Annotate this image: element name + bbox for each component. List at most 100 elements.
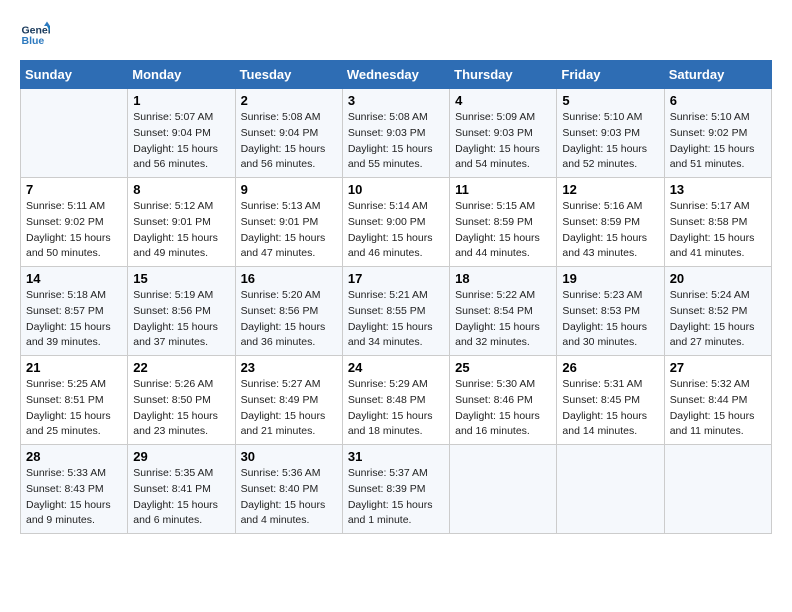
day-number: 18	[455, 271, 551, 286]
day-number: 6	[670, 93, 766, 108]
day-info: Sunrise: 5:11 AMSunset: 9:02 PMDaylight:…	[26, 199, 122, 262]
week-row-2: 7 Sunrise: 5:11 AMSunset: 9:02 PMDaylight…	[21, 178, 772, 267]
calendar-cell: 16 Sunrise: 5:20 AMSunset: 8:56 PMDayligh…	[235, 267, 342, 356]
day-number: 8	[133, 182, 229, 197]
day-info: Sunrise: 5:10 AMSunset: 9:02 PMDaylight:…	[670, 110, 766, 173]
day-info: Sunrise: 5:30 AMSunset: 8:46 PMDaylight:…	[455, 377, 551, 440]
header: General Blue	[20, 20, 772, 50]
calendar-cell: 6 Sunrise: 5:10 AMSunset: 9:02 PMDaylight…	[664, 89, 771, 178]
calendar-cell: 23 Sunrise: 5:27 AMSunset: 8:49 PMDayligh…	[235, 356, 342, 445]
day-number: 2	[241, 93, 337, 108]
day-number: 17	[348, 271, 444, 286]
day-info: Sunrise: 5:07 AMSunset: 9:04 PMDaylight:…	[133, 110, 229, 173]
weekday-header-tuesday: Tuesday	[235, 61, 342, 89]
day-info: Sunrise: 5:31 AMSunset: 8:45 PMDaylight:…	[562, 377, 658, 440]
calendar-cell: 3 Sunrise: 5:08 AMSunset: 9:03 PMDaylight…	[342, 89, 449, 178]
calendar-cell: 13 Sunrise: 5:17 AMSunset: 8:58 PMDayligh…	[664, 178, 771, 267]
calendar-table: SundayMondayTuesdayWednesdayThursdayFrid…	[20, 60, 772, 534]
day-number: 10	[348, 182, 444, 197]
day-info: Sunrise: 5:36 AMSunset: 8:40 PMDaylight:…	[241, 466, 337, 529]
calendar-cell	[450, 445, 557, 534]
day-number: 3	[348, 93, 444, 108]
day-info: Sunrise: 5:21 AMSunset: 8:55 PMDaylight:…	[348, 288, 444, 351]
day-number: 19	[562, 271, 658, 286]
calendar-cell: 1 Sunrise: 5:07 AMSunset: 9:04 PMDaylight…	[128, 89, 235, 178]
day-number: 4	[455, 93, 551, 108]
day-info: Sunrise: 5:24 AMSunset: 8:52 PMDaylight:…	[670, 288, 766, 351]
day-info: Sunrise: 5:13 AMSunset: 9:01 PMDaylight:…	[241, 199, 337, 262]
week-row-3: 14Sunrise: 5:18 AMSunset: 8:57 PMDayligh…	[21, 267, 772, 356]
calendar-cell: 7 Sunrise: 5:11 AMSunset: 9:02 PMDaylight…	[21, 178, 128, 267]
day-number: 9	[241, 182, 337, 197]
day-info: Sunrise: 5:15 AMSunset: 8:59 PMDaylight:…	[455, 199, 551, 262]
day-number: 16	[241, 271, 337, 286]
day-number: 5	[562, 93, 658, 108]
day-info: Sunrise: 5:08 AMSunset: 9:03 PMDaylight:…	[348, 110, 444, 173]
calendar-cell: 2 Sunrise: 5:08 AMSunset: 9:04 PMDaylight…	[235, 89, 342, 178]
calendar-cell: 10Sunrise: 5:14 AMSunset: 9:00 PMDayligh…	[342, 178, 449, 267]
day-number: 13	[670, 182, 766, 197]
day-number: 14	[26, 271, 122, 286]
calendar-cell: 26 Sunrise: 5:31 AMSunset: 8:45 PMDayligh…	[557, 356, 664, 445]
calendar-cell: 19Sunrise: 5:23 AMSunset: 8:53 PMDayligh…	[557, 267, 664, 356]
day-number: 29	[133, 449, 229, 464]
calendar-cell: 24Sunrise: 5:29 AMSunset: 8:48 PMDayligh…	[342, 356, 449, 445]
day-info: Sunrise: 5:16 AMSunset: 8:59 PMDaylight:…	[562, 199, 658, 262]
day-number: 25	[455, 360, 551, 375]
calendar-cell: 27 Sunrise: 5:32 AMSunset: 8:44 PMDayligh…	[664, 356, 771, 445]
day-info: Sunrise: 5:26 AMSunset: 8:50 PMDaylight:…	[133, 377, 229, 440]
calendar-cell: 30 Sunrise: 5:36 AMSunset: 8:40 PMDayligh…	[235, 445, 342, 534]
calendar-cell: 9 Sunrise: 5:13 AMSunset: 9:01 PMDaylight…	[235, 178, 342, 267]
calendar-cell: 29 Sunrise: 5:35 AMSunset: 8:41 PMDayligh…	[128, 445, 235, 534]
calendar-cell: 17 Sunrise: 5:21 AMSunset: 8:55 PMDayligh…	[342, 267, 449, 356]
day-number: 11	[455, 182, 551, 197]
calendar-cell: 21 Sunrise: 5:25 AMSunset: 8:51 PMDayligh…	[21, 356, 128, 445]
calendar-cell	[664, 445, 771, 534]
day-number: 20	[670, 271, 766, 286]
weekday-header-row: SundayMondayTuesdayWednesdayThursdayFrid…	[21, 61, 772, 89]
day-number: 30	[241, 449, 337, 464]
weekday-header-friday: Friday	[557, 61, 664, 89]
day-number: 12	[562, 182, 658, 197]
day-info: Sunrise: 5:32 AMSunset: 8:44 PMDaylight:…	[670, 377, 766, 440]
calendar-cell: 11 Sunrise: 5:15 AMSunset: 8:59 PMDayligh…	[450, 178, 557, 267]
svg-text:Blue: Blue	[22, 35, 45, 47]
day-info: Sunrise: 5:27 AMSunset: 8:49 PMDaylight:…	[241, 377, 337, 440]
weekday-header-sunday: Sunday	[21, 61, 128, 89]
day-number: 21	[26, 360, 122, 375]
day-number: 26	[562, 360, 658, 375]
calendar-cell: 25 Sunrise: 5:30 AMSunset: 8:46 PMDayligh…	[450, 356, 557, 445]
day-number: 22	[133, 360, 229, 375]
calendar-cell: 18Sunrise: 5:22 AMSunset: 8:54 PMDayligh…	[450, 267, 557, 356]
calendar-cell: 8 Sunrise: 5:12 AMSunset: 9:01 PMDaylight…	[128, 178, 235, 267]
logo: General Blue	[20, 20, 54, 50]
day-number: 27	[670, 360, 766, 375]
calendar-cell: 31Sunrise: 5:37 AMSunset: 8:39 PMDayligh…	[342, 445, 449, 534]
calendar-cell: 14Sunrise: 5:18 AMSunset: 8:57 PMDayligh…	[21, 267, 128, 356]
day-info: Sunrise: 5:33 AMSunset: 8:43 PMDaylight:…	[26, 466, 122, 529]
day-number: 31	[348, 449, 444, 464]
day-info: Sunrise: 5:08 AMSunset: 9:04 PMDaylight:…	[241, 110, 337, 173]
day-info: Sunrise: 5:10 AMSunset: 9:03 PMDaylight:…	[562, 110, 658, 173]
day-number: 23	[241, 360, 337, 375]
calendar-cell: 4 Sunrise: 5:09 AMSunset: 9:03 PMDaylight…	[450, 89, 557, 178]
day-number: 1	[133, 93, 229, 108]
day-info: Sunrise: 5:29 AMSunset: 8:48 PMDaylight:…	[348, 377, 444, 440]
day-number: 7	[26, 182, 122, 197]
day-info: Sunrise: 5:25 AMSunset: 8:51 PMDaylight:…	[26, 377, 122, 440]
calendar-cell: 15Sunrise: 5:19 AMSunset: 8:56 PMDayligh…	[128, 267, 235, 356]
calendar-cell	[21, 89, 128, 178]
day-info: Sunrise: 5:35 AMSunset: 8:41 PMDaylight:…	[133, 466, 229, 529]
day-info: Sunrise: 5:19 AMSunset: 8:56 PMDaylight:…	[133, 288, 229, 351]
weekday-header-monday: Monday	[128, 61, 235, 89]
weekday-header-thursday: Thursday	[450, 61, 557, 89]
week-row-1: 1 Sunrise: 5:07 AMSunset: 9:04 PMDaylight…	[21, 89, 772, 178]
day-info: Sunrise: 5:20 AMSunset: 8:56 PMDaylight:…	[241, 288, 337, 351]
day-info: Sunrise: 5:09 AMSunset: 9:03 PMDaylight:…	[455, 110, 551, 173]
day-info: Sunrise: 5:17 AMSunset: 8:58 PMDaylight:…	[670, 199, 766, 262]
calendar-cell: 12 Sunrise: 5:16 AMSunset: 8:59 PMDayligh…	[557, 178, 664, 267]
week-row-5: 28Sunrise: 5:33 AMSunset: 8:43 PMDayligh…	[21, 445, 772, 534]
week-row-4: 21 Sunrise: 5:25 AMSunset: 8:51 PMDayligh…	[21, 356, 772, 445]
weekday-header-wednesday: Wednesday	[342, 61, 449, 89]
day-info: Sunrise: 5:12 AMSunset: 9:01 PMDaylight:…	[133, 199, 229, 262]
